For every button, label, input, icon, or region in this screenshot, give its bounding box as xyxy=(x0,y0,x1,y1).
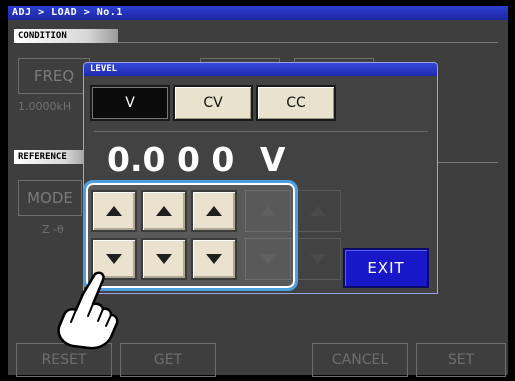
mode-cv-button[interactable]: CV xyxy=(173,85,253,121)
freq-value: 1.0000kH xyxy=(18,100,72,113)
mode-v-button[interactable]: V xyxy=(90,85,170,121)
freq-button[interactable]: FREQ xyxy=(18,58,90,94)
mode-button[interactable]: MODE xyxy=(18,180,82,216)
digit5-up-button xyxy=(295,190,341,232)
dialog-divider xyxy=(94,131,428,132)
condition-divider xyxy=(118,42,498,43)
triangle-up-icon xyxy=(310,206,326,216)
get-button[interactable]: GET xyxy=(120,343,216,377)
mode-cc-button[interactable]: CC xyxy=(256,85,336,121)
dialog-title: LEVEL xyxy=(84,63,437,76)
instrument-screen: ADJ > LOAD > No.1 CONDITION FREQ 1.0000k… xyxy=(0,0,515,381)
reference-section-label: REFERENCE xyxy=(14,150,88,164)
level-value-display: 0.0 0 0 V xyxy=(107,140,285,179)
cancel-button[interactable]: CANCEL xyxy=(312,343,408,377)
set-button[interactable]: SET xyxy=(416,343,506,377)
level-value: 0.0 0 0 xyxy=(107,140,235,179)
pointing-hand-icon xyxy=(57,271,119,350)
exit-button[interactable]: EXIT xyxy=(343,248,429,288)
breadcrumb: ADJ > LOAD > No.1 xyxy=(8,6,508,20)
triangle-down-icon xyxy=(310,254,326,264)
condition-section-label: CONDITION xyxy=(14,29,118,43)
z-theta-label: Z -θ xyxy=(42,223,64,236)
level-unit: V xyxy=(259,140,286,179)
digit5-down-button xyxy=(295,238,341,280)
